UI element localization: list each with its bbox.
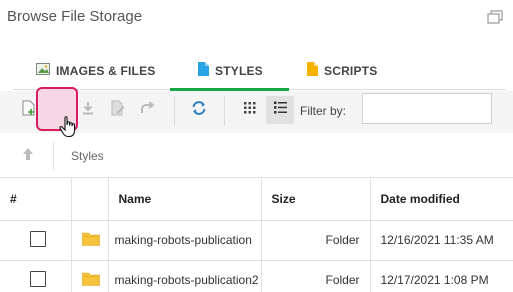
list-view-icon — [273, 101, 287, 119]
column-header-name[interactable]: Name — [108, 178, 262, 221]
up-arrow-icon[interactable] — [22, 147, 34, 166]
table-row[interactable]: making-robots-publication Folder 12/16/2… — [0, 220, 513, 261]
column-header-select[interactable]: # — [0, 178, 72, 221]
file-name[interactable]: making-robots-publication2 — [108, 260, 262, 292]
edit-icon — [111, 100, 125, 121]
row-checkbox[interactable] — [30, 230, 46, 247]
file-date-modified: 12/17/2021 1:08 PM — [370, 260, 513, 292]
edit-button[interactable] — [104, 96, 132, 124]
filter-input[interactable] — [362, 93, 492, 124]
new-file-icon — [22, 100, 36, 121]
column-header-type — [71, 178, 109, 221]
image-icon — [36, 63, 50, 78]
file-size: Folder — [261, 220, 371, 261]
file-size: Folder — [261, 260, 371, 292]
refresh-icon — [191, 100, 207, 121]
folder-icon — [81, 272, 100, 289]
download-icon — [82, 101, 94, 120]
breadcrumb-divider — [53, 142, 54, 170]
column-header-date[interactable]: Date modified — [370, 178, 513, 221]
redo-icon — [140, 101, 155, 119]
refresh-button[interactable] — [185, 96, 213, 124]
hand-cursor-icon — [59, 116, 79, 143]
file-type-tabs: IMAGES & FILES STYLES SCRIPTS — [13, 52, 506, 91]
folder-icon — [81, 232, 100, 249]
redo-button[interactable] — [133, 96, 161, 124]
tab-images-files-label: IMAGES & FILES — [56, 63, 156, 78]
tab-styles-label: STYLES — [215, 63, 263, 78]
grid-view-button[interactable] — [236, 96, 264, 124]
restore-window-icon[interactable] — [487, 10, 503, 24]
tab-styles[interactable]: STYLES — [170, 52, 289, 91]
css-file-icon — [198, 62, 209, 79]
list-view-button[interactable] — [266, 96, 294, 124]
breadcrumb-current[interactable]: Styles — [71, 149, 104, 163]
toolbar-divider — [174, 96, 175, 126]
filter-label: Filter by: — [300, 104, 347, 118]
js-file-icon — [307, 62, 318, 79]
tab-images-files[interactable]: IMAGES & FILES — [36, 52, 155, 89]
column-header-size[interactable]: Size — [261, 178, 371, 221]
tab-scripts[interactable]: SCRIPTS — [307, 52, 377, 89]
file-table: # Name Size Date modified making-robots-… — [0, 178, 513, 292]
table-header-row: # Name Size Date modified — [0, 178, 513, 221]
table-row[interactable]: making-robots-publication2 Folder 12/17/… — [0, 260, 513, 292]
grid-view-icon — [244, 101, 256, 119]
tab-scripts-label: SCRIPTS — [324, 63, 378, 78]
row-checkbox[interactable] — [30, 270, 46, 287]
file-name[interactable]: making-robots-publication — [108, 220, 262, 261]
toolbar-divider — [224, 96, 225, 126]
window-title: Browse File Storage — [7, 8, 143, 25]
file-date-modified: 12/16/2021 11:35 AM — [370, 220, 513, 261]
